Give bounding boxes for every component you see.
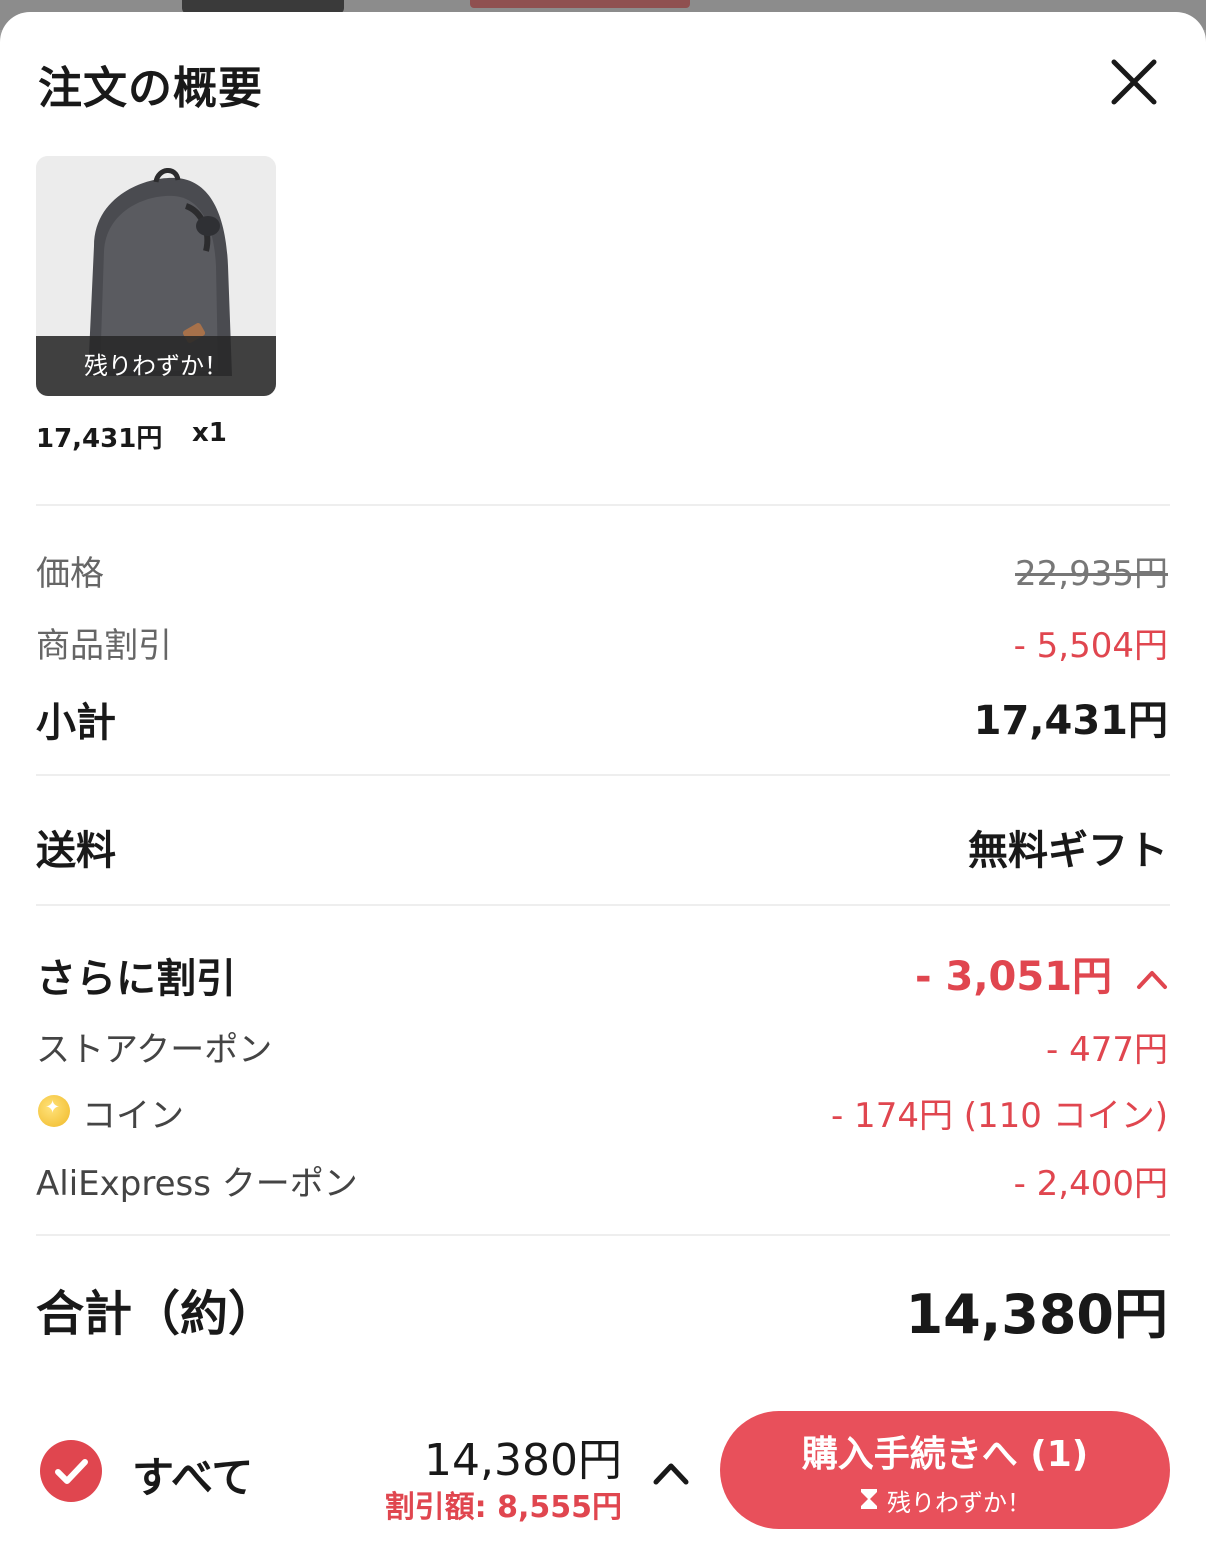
original-price: 22,935円 bbox=[1015, 554, 1168, 594]
coin-label: コイン bbox=[82, 1096, 184, 1136]
aliexpress-coupon-label: AliExpress クーポン bbox=[36, 1164, 358, 1204]
divider bbox=[36, 904, 1170, 906]
product-thumbnail[interactable]: 残りわずか！ bbox=[36, 156, 276, 396]
bottom-discount: 割引額: 8,555円 bbox=[384, 1490, 622, 1525]
checkout-low-stock: 残りわずか！ bbox=[887, 1489, 1031, 1517]
coin-icon bbox=[38, 1095, 70, 1127]
shipping-label: 送料 bbox=[36, 828, 116, 874]
page-title: 注文の概要 bbox=[38, 63, 263, 114]
total-label: 合計（約） bbox=[36, 1286, 277, 1342]
checkout-sublabel: 残りわずか！ bbox=[720, 1483, 1170, 1518]
divider bbox=[36, 504, 1170, 506]
extra-discount-label: さらに割引 bbox=[36, 956, 236, 1002]
subtotal-label: 小計 bbox=[36, 700, 116, 746]
extra-discount-value: - 3,051円 bbox=[915, 954, 1113, 1000]
background-price-text bbox=[470, 0, 690, 8]
checkout-label: 購入手続きへ (1) bbox=[801, 1434, 1089, 1475]
aliexpress-coupon-value: - 2,400円 bbox=[1013, 1164, 1168, 1204]
checkmark-icon bbox=[55, 1459, 88, 1484]
hourglass-icon bbox=[859, 1487, 879, 1517]
chevron-up-icon bbox=[1137, 971, 1167, 989]
product-discount-label: 商品割引 bbox=[36, 626, 172, 666]
low-stock-badge: 残りわずか！ bbox=[36, 336, 276, 396]
bottom-total: 14,380円 bbox=[424, 1435, 622, 1486]
price-label: 価格 bbox=[36, 554, 104, 594]
close-icon bbox=[1111, 59, 1157, 105]
shipping-value: 無料ギフト bbox=[968, 828, 1168, 874]
close-button[interactable] bbox=[1104, 52, 1164, 112]
select-all-label[interactable]: すべて bbox=[132, 1444, 253, 1505]
store-coupon-value: - 477円 bbox=[1046, 1030, 1168, 1070]
chevron-up-icon bbox=[653, 1463, 689, 1485]
select-all-checkbox[interactable] bbox=[40, 1440, 102, 1502]
checkout-button[interactable]: 購入手続きへ (1) 残りわずか！ bbox=[720, 1411, 1170, 1529]
store-coupon-label: ストアクーポン bbox=[36, 1030, 273, 1070]
item-quantity: x1 bbox=[192, 418, 227, 448]
product-discount-value: - 5,504円 bbox=[1013, 626, 1168, 666]
item-price: 17,431円 bbox=[36, 424, 163, 454]
extra-discount-toggle[interactable]: - 3,051円 bbox=[915, 944, 1168, 1002]
coin-value: - 174円 (110 コイン) bbox=[830, 1096, 1168, 1136]
summary-toggle-button[interactable] bbox=[650, 1454, 692, 1490]
total-value: 14,380円 bbox=[905, 1283, 1168, 1346]
divider bbox=[36, 1234, 1170, 1236]
divider bbox=[36, 774, 1170, 776]
subtotal-value: 17,431円 bbox=[973, 698, 1168, 744]
